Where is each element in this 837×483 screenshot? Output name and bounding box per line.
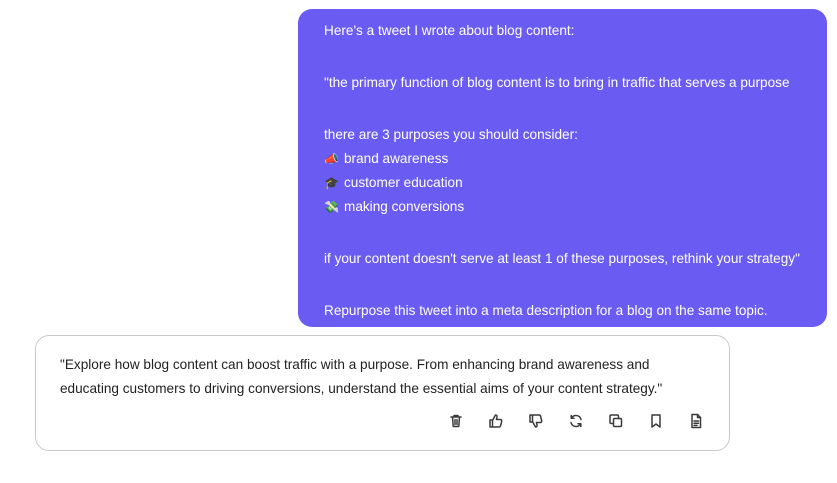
bullet-label: brand awareness bbox=[344, 151, 449, 166]
user-message-line: Here's a tweet I wrote about blog conten… bbox=[324, 23, 575, 38]
regenerate-icon bbox=[570, 414, 582, 428]
thumbs-down-button[interactable] bbox=[516, 409, 556, 433]
user-message-line: if your content doesn't serve at least 1… bbox=[324, 251, 800, 266]
document-icon bbox=[691, 413, 702, 429]
user-message-bubble: Here's a tweet I wrote about blog conten… bbox=[298, 9, 827, 327]
graduation-cap-icon: 🎓 bbox=[324, 176, 339, 190]
bookmark-button[interactable] bbox=[636, 409, 676, 433]
bullet-customer-education: 🎓 customer education bbox=[324, 171, 827, 195]
copy-icon bbox=[609, 414, 623, 428]
delete-icon bbox=[450, 414, 462, 428]
thumbs-down-icon bbox=[529, 414, 543, 428]
megaphone-icon: 📣 bbox=[324, 152, 339, 166]
thumbs-up-icon bbox=[489, 414, 503, 428]
thumbs-up-button[interactable] bbox=[476, 409, 516, 433]
delete-button[interactable] bbox=[436, 409, 476, 433]
user-message-line: "the primary function of blog content is… bbox=[324, 75, 790, 90]
user-message-line: Repurpose this tweet into a meta descrip… bbox=[324, 303, 768, 318]
bullet-label: making conversions bbox=[344, 199, 465, 214]
assistant-message-line: educating customers to driving conversio… bbox=[60, 381, 663, 396]
bookmark-icon bbox=[651, 414, 661, 428]
money-wings-icon: 💸 bbox=[324, 200, 339, 214]
assistant-message-bubble: "Explore how blog content can boost traf… bbox=[35, 335, 730, 451]
bullet-making-conversions: 💸 making conversions bbox=[324, 195, 827, 219]
copy-button[interactable] bbox=[596, 409, 636, 433]
document-button[interactable] bbox=[676, 409, 716, 433]
bullet-label: customer education bbox=[344, 175, 463, 190]
assistant-message-line: "Explore how blog content can boost traf… bbox=[60, 357, 650, 372]
message-actions-toolbar bbox=[436, 409, 716, 433]
regenerate-button[interactable] bbox=[556, 409, 596, 433]
bullet-brand-awareness: 📣 brand awareness bbox=[324, 147, 827, 171]
user-message-line: there are 3 purposes you should consider… bbox=[324, 127, 578, 142]
